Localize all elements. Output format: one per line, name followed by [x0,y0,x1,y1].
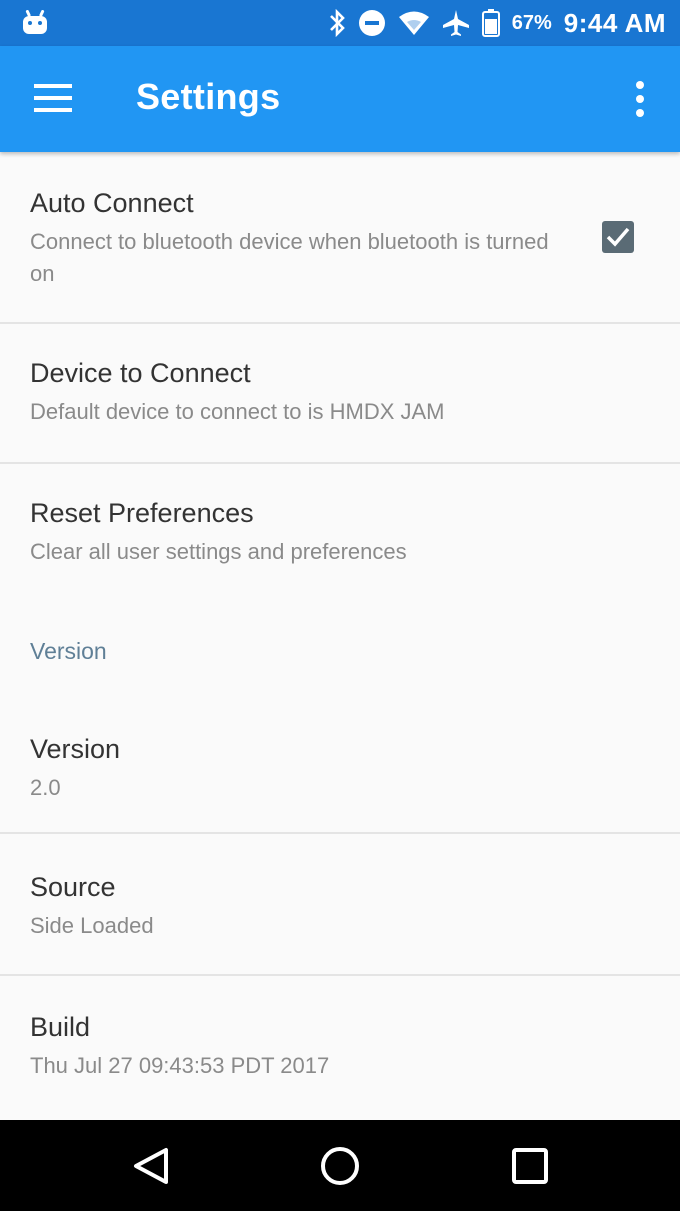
app-bar: Settings [0,46,680,152]
page-title: Settings [136,76,281,117]
do-not-disturb-icon [358,9,386,37]
bluetooth-icon [328,9,346,37]
pref-summary: 2.0 [30,775,61,800]
settings-list: Auto Connect Connect to bluetooth device… [0,152,680,1120]
pref-title: Device to Connect [30,358,251,388]
pref-summary: Connect to bluetooth device when bluetoo… [30,229,549,286]
pref-device-to-connect[interactable]: Device to Connect Default device to conn… [0,324,680,462]
pref-summary: Side Loaded [30,913,154,938]
home-icon[interactable] [316,1142,364,1190]
more-vert-icon[interactable] [634,80,646,118]
pref-summary: Default device to connect to is HMDX JAM [30,399,445,424]
wifi-icon [398,10,430,36]
pref-title: Version [30,734,121,764]
hamburger-menu-icon[interactable] [34,82,72,114]
pref-source[interactable]: Source Side Loaded [0,834,680,974]
pref-title: Source [30,872,116,902]
back-icon[interactable] [128,1142,176,1190]
pref-title: Auto Connect [30,188,194,218]
pref-title: Build [30,1012,91,1042]
pref-version[interactable]: Version 2.0 [0,694,680,832]
recents-icon[interactable] [506,1142,554,1190]
android-icon [22,10,48,39]
check-icon [606,227,630,247]
battery-icon [481,9,500,37]
pref-reset-preferences[interactable]: Reset Preferences Clear all user setting… [0,464,680,604]
clock: 9:44 AM [563,7,666,38]
navigation-bar [0,1120,680,1211]
auto-connect-checkbox[interactable] [602,221,634,253]
battery-percent: 67% [511,11,552,34]
pref-title: Reset Preferences [30,498,254,528]
pref-build[interactable]: Build Thu Jul 27 09:43:53 PDT 2017 [0,976,680,1120]
airplane-icon [442,9,470,37]
category-version: Version [30,638,107,664]
pref-auto-connect[interactable]: Auto Connect Connect to bluetooth device… [0,152,680,322]
status-bar: 67% 9:44 AM [0,0,680,46]
pref-summary: Thu Jul 27 09:43:53 PDT 2017 [30,1053,330,1078]
pref-summary: Clear all user settings and preferences [30,539,407,564]
